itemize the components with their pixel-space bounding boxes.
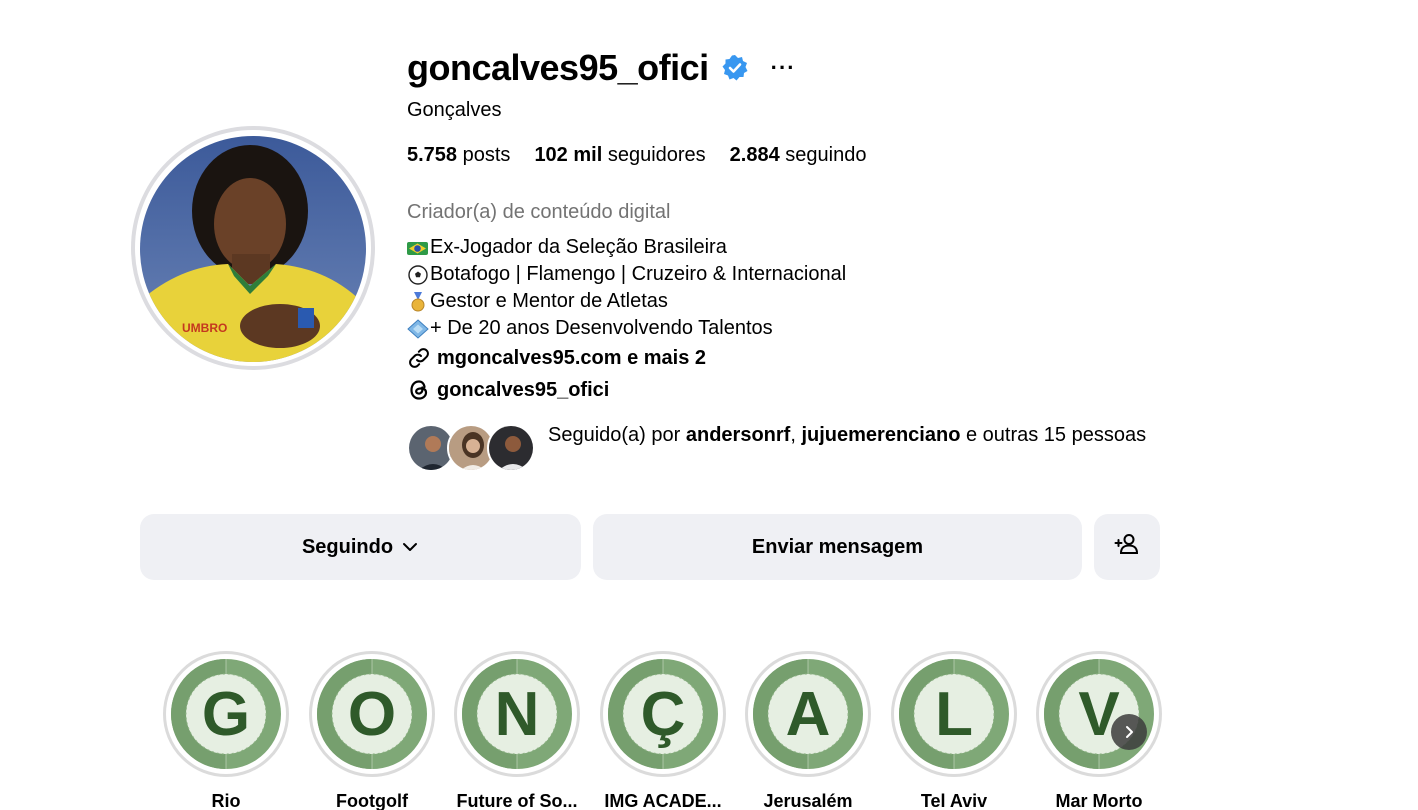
bio-line: Ex-Jogador da Seleção Brasileira [407, 234, 846, 261]
highlight-letter: G [202, 680, 250, 749]
threads-handle: goncalves95_ofici [437, 378, 610, 401]
highlight-label: Future of So... [456, 791, 578, 810]
username: goncalves95_ofici [407, 47, 709, 88]
bio-text: Botafogo | Flamengo | Cruzeiro & Interna… [430, 263, 847, 285]
highlight-ring: Ç [600, 651, 726, 777]
highlight-ring: N [454, 651, 580, 777]
posts-label: posts [462, 144, 511, 166]
highlight-ring: A [745, 651, 871, 777]
mutual-avatar [487, 424, 535, 472]
highlight-cover: N [462, 659, 572, 769]
profile-stats: 5.758 posts 102 mil seguidores 2.884 seg… [407, 144, 890, 167]
story-highlight[interactable]: N Future of So... [453, 651, 581, 810]
bio-line: Botafogo | Flamengo | Cruzeiro & Interna… [407, 261, 846, 288]
highlight-cover: G [171, 659, 281, 769]
story-highlight[interactable]: O Footgolf [308, 651, 436, 810]
mutual-user-link[interactable]: jujuemerenciano [801, 424, 960, 446]
bio-line: Gestor e Mentor de Atletas [407, 288, 846, 315]
send-message-button[interactable]: Enviar mensagem [593, 514, 1082, 580]
highlight-ring: G [163, 651, 289, 777]
highlight-cover: Ç [608, 659, 718, 769]
highlight-letter: Ç [641, 680, 686, 749]
send-message-label: Enviar mensagem [751, 535, 924, 558]
profile-category: Criador(a) de conteúdo digital [407, 201, 671, 223]
highlight-ring: L [891, 651, 1017, 777]
highlight-label: Tel Aviv [920, 791, 988, 810]
verified-badge-icon [721, 54, 749, 82]
bio-text: Gestor e Mentor de Atletas [430, 290, 668, 312]
following-label: seguindo [785, 144, 867, 166]
highlight-label: IMG ACADE... [604, 791, 722, 810]
bio-line: + De 20 anos Desenvolvendo Talentos [407, 315, 846, 342]
followed-suffix: e outras 15 pessoas [960, 424, 1147, 446]
highlight-letter: A [786, 680, 831, 749]
mutual-user-link[interactable]: andersonrf [686, 424, 790, 446]
highlight-letter: L [935, 680, 973, 749]
threads-link[interactable]: goncalves95_ofici [407, 378, 609, 402]
more-options-icon[interactable]: ··· [771, 57, 796, 79]
highlight-cover: L [899, 659, 1009, 769]
highlight-cover: A [753, 659, 863, 769]
followed-separator: , [790, 424, 802, 446]
add-person-icon [1114, 531, 1140, 563]
highlight-label: Rio [211, 791, 241, 810]
mutual-avatars[interactable] [407, 422, 539, 472]
following-button-label: Seguindo [301, 535, 394, 558]
posts-value: 5.758 [407, 144, 458, 166]
username-row: goncalves95_ofici ··· [407, 46, 796, 90]
highlight-ring: O [309, 651, 435, 777]
following-value: 2.884 [729, 144, 780, 166]
full-name: Gonçalves [407, 99, 502, 121]
chevron-right-icon [1126, 726, 1133, 738]
following-button[interactable]: Seguindo [140, 514, 581, 580]
link-text: mgoncalves95.com e mais 2 [437, 346, 707, 369]
soccer-ball-emoji-icon [407, 264, 429, 285]
suggest-people-button[interactable] [1094, 514, 1160, 580]
highlight-label: Footgolf [336, 791, 408, 810]
followers-label: seguidores [607, 144, 706, 166]
followed-prefix: Seguido(a) por [548, 424, 686, 446]
highlight-letter: O [348, 680, 396, 749]
story-highlight[interactable]: L Tel Aviv [890, 651, 1018, 810]
highlights-next-button[interactable] [1111, 714, 1147, 750]
highlight-label: Jerusalém [763, 791, 853, 810]
story-highlight[interactable]: A Jerusalém [744, 651, 872, 810]
profile-avatar[interactable]: UMBRO [140, 136, 366, 362]
medal-emoji-icon [407, 291, 429, 312]
followed-by-text: Seguido(a) por andersonrf, jujuemerencia… [548, 422, 1148, 472]
bio-text: Ex-Jogador da Seleção Brasileira [430, 236, 727, 258]
highlight-ring: V [1036, 651, 1162, 777]
profile-page: UMBRO goncalves95_ofici ··· Gonçalves 5.… [0, 0, 1418, 810]
story-highlight[interactable]: Ç IMG ACADE... [599, 651, 727, 810]
chevron-down-icon [401, 538, 419, 556]
following-count[interactable]: 2.884 seguindo [730, 144, 867, 167]
link-icon [407, 346, 431, 370]
svg-text:UMBRO: UMBRO [182, 321, 227, 335]
brazil-flag-emoji-icon [407, 238, 429, 258]
avatar-image: UMBRO [140, 136, 366, 362]
story-highlight[interactable]: G Rio [162, 651, 290, 810]
diamond-emoji-icon [407, 318, 429, 339]
external-link[interactable]: mgoncalves95.com e mais 2 [407, 346, 706, 370]
followed-by: Seguido(a) por andersonrf, jujuemerencia… [407, 422, 1148, 472]
highlight-letter: N [495, 680, 540, 749]
profile-bio: Ex-Jogador da Seleção Brasileira Botafog… [407, 234, 846, 342]
followers-value: 102 mil [534, 144, 603, 166]
posts-count: 5.758 posts [407, 144, 510, 167]
followers-count[interactable]: 102 mil seguidores [534, 144, 705, 167]
highlight-label: Mar Morto [1055, 791, 1143, 810]
highlight-cover: O [317, 659, 427, 769]
highlight-cover: V [1044, 659, 1154, 769]
bio-text: + De 20 anos Desenvolvendo Talentos [430, 317, 773, 339]
threads-icon [407, 378, 431, 402]
